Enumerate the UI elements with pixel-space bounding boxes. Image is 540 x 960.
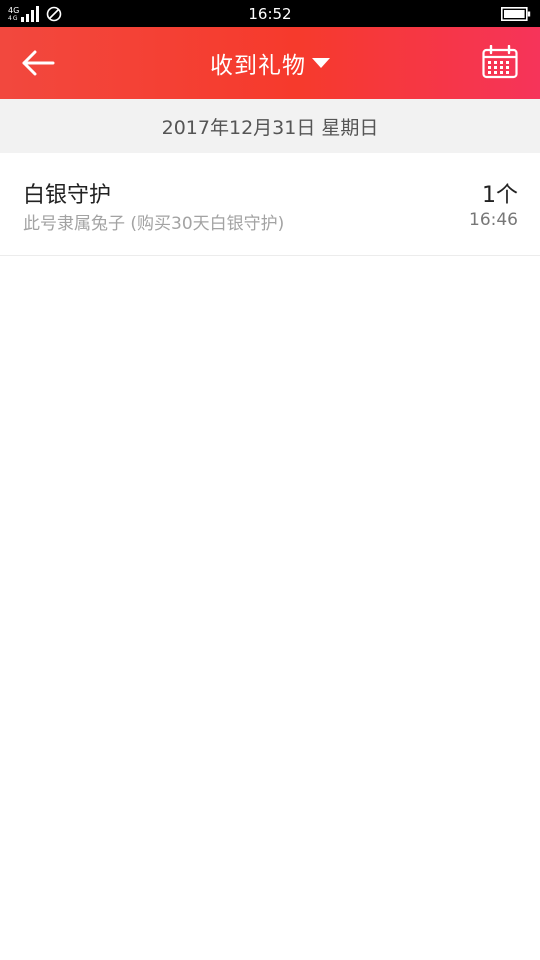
gift-description: 此号隶属兔子 (购买30天白银守护) <box>23 214 285 234</box>
date-header: 2017年12月31日 星期日 <box>0 99 540 153</box>
app-bar: 收到礼物 <box>0 27 540 99</box>
gift-name: 白银守护 <box>23 183 112 208</box>
gift-list-item[interactable]: 白银守护 此号隶属兔子 (购买30天白银守护) 1个 16:46 <box>0 153 540 256</box>
gift-count: 1个 <box>482 183 518 208</box>
date-header-label: 2017年12月31日 星期日 <box>161 116 379 139</box>
triangle-down-icon <box>312 58 330 68</box>
back-button[interactable] <box>14 43 62 83</box>
title-wrap: 收到礼物 <box>0 27 540 99</box>
gift-time: 16:46 <box>469 210 518 230</box>
back-arrow-icon <box>22 50 55 76</box>
page-title: 收到礼物 <box>210 53 306 79</box>
status-time: 16:52 <box>248 5 292 23</box>
battery-icon <box>501 7 531 21</box>
gift-type-dropdown[interactable]: 收到礼物 <box>210 46 330 80</box>
calendar-icon <box>482 45 518 79</box>
calendar-button[interactable] <box>480 42 520 82</box>
status-bar: 4G 4G 16:52 <box>0 0 540 27</box>
